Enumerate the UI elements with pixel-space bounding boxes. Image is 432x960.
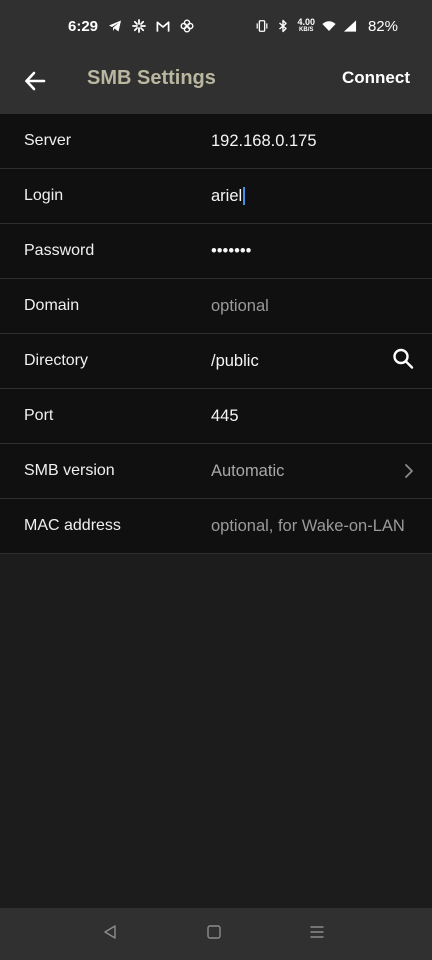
system-nav-bar — [0, 908, 432, 960]
battery-level: 82% — [367, 17, 398, 35]
telegram-icon — [108, 19, 122, 33]
directory-row[interactable]: Directory /public — [0, 334, 432, 389]
smb-version-row[interactable]: SMB version Automatic — [0, 444, 432, 499]
login-value: ariel — [211, 186, 243, 205]
smb-version-label: SMB version — [24, 462, 115, 479]
port-label: Port — [24, 407, 54, 424]
vibrate-icon — [255, 19, 269, 33]
smb-settings-form: Server 192.168.0.175 Login ariel Passwor… — [0, 114, 432, 554]
server-row[interactable]: Server 192.168.0.175 — [0, 114, 432, 169]
login-row[interactable]: Login ariel — [0, 169, 432, 224]
network-speed-unit: KB/S — [299, 27, 314, 33]
chevron-right-icon — [404, 463, 414, 479]
search-icon — [392, 348, 414, 375]
password-label: Password — [24, 242, 95, 259]
password-field[interactable]: ••••••• — [211, 242, 251, 261]
network-speed: 4.00 KB/S — [297, 18, 315, 34]
back-button[interactable] — [18, 66, 52, 100]
domain-row[interactable]: Domain optional — [0, 279, 432, 334]
mac-address-label: MAC address — [24, 517, 121, 534]
server-label: Server — [24, 132, 72, 149]
app-bar: SMB Settings Connect — [0, 52, 432, 114]
mac-address-row[interactable]: MAC address optional, for Wake-on-LAN — [0, 499, 432, 554]
gmail-icon — [156, 19, 170, 33]
server-field[interactable]: 192.168.0.175 — [211, 132, 317, 151]
port-row[interactable]: Port 445 — [0, 389, 432, 444]
text-cursor — [243, 186, 246, 205]
domain-field[interactable]: optional — [211, 297, 269, 316]
domain-label: Domain — [24, 297, 80, 314]
login-label: Login — [24, 187, 64, 204]
status-time: 6:29 — [68, 17, 99, 35]
browse-directory-button[interactable] — [392, 348, 414, 375]
nav-home-button[interactable] — [204, 924, 224, 944]
status-right: 4.00 KB/S 82% — [255, 18, 398, 35]
login-field[interactable]: ariel — [211, 186, 246, 206]
password-row[interactable]: Password ••••••• — [0, 224, 432, 279]
status-left: 6:29 — [68, 18, 194, 35]
directory-field[interactable]: /public — [211, 352, 259, 371]
bluetooth-icon — [276, 19, 290, 33]
pinwheel-icon — [132, 19, 146, 33]
menu-lines-icon — [309, 924, 325, 945]
triangle-back-icon — [102, 924, 118, 945]
nav-recents-button[interactable] — [307, 924, 327, 944]
nav-back-button[interactable] — [100, 924, 120, 944]
signal-icon — [343, 19, 357, 33]
port-field[interactable]: 445 — [211, 407, 239, 426]
square-home-icon — [206, 924, 222, 945]
network-speed-value: 4.00 — [297, 17, 315, 27]
connect-button[interactable]: Connect — [342, 68, 410, 88]
fan-icon — [180, 19, 194, 33]
wifi-icon — [322, 19, 336, 33]
arrow-left-icon — [24, 71, 46, 96]
directory-label: Directory — [24, 352, 89, 369]
page-title: SMB Settings — [87, 67, 216, 89]
smb-version-select[interactable]: Automatic — [211, 462, 284, 481]
mac-address-field[interactable]: optional, for Wake-on-LAN — [211, 517, 405, 536]
status-bar: 6:29 4.00 KB/S 82% — [0, 0, 432, 52]
